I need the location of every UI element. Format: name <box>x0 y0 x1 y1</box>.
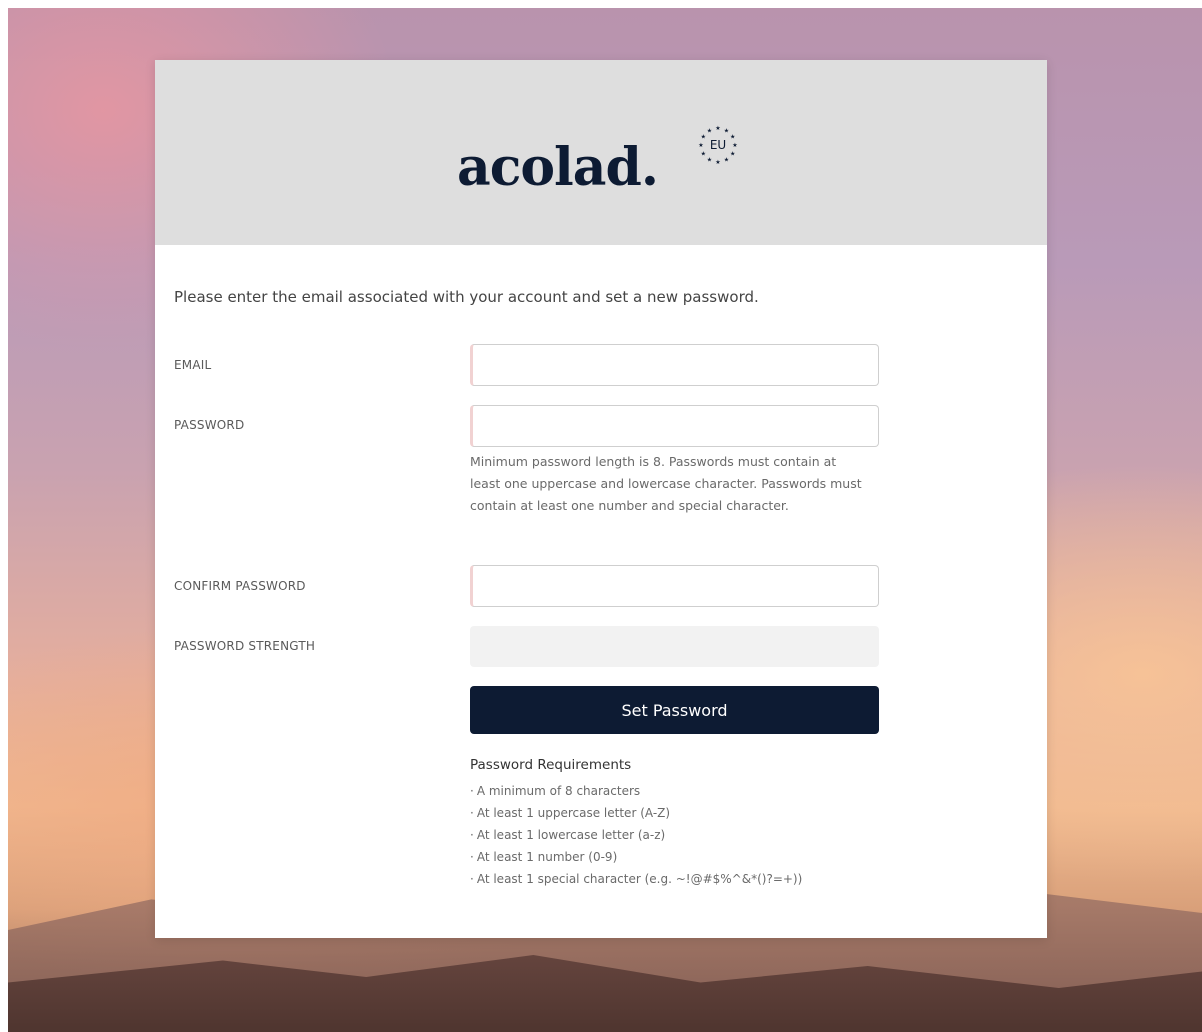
requirement-item: · At least 1 lowercase letter (a-z) <box>470 828 666 842</box>
form-intro-text: Please enter the email associated with y… <box>174 288 759 306</box>
svg-text:★: ★ <box>715 125 720 132</box>
eu-badge-label: EU <box>709 138 727 152</box>
password-strength-label: PASSWORD STRENGTH <box>174 639 316 653</box>
card-header: acolad. ★ ★ ★ ★ ★ ★ ★ ★ ★ ★ ★ ★ EU <box>155 60 1047 245</box>
password-hint: Minimum password length is 8. Passwords … <box>470 454 862 513</box>
requirement-item: · At least 1 number (0-9) <box>470 850 618 864</box>
set-password-button[interactable]: Set Password <box>470 686 879 734</box>
svg-text:★: ★ <box>724 157 729 164</box>
brand-logo: acolad. <box>457 137 659 198</box>
svg-text:★: ★ <box>715 159 720 166</box>
requirements-list: · A minimum of 8 characters · At least 1 u… <box>470 780 802 890</box>
eu-badge-icon: ★ ★ ★ ★ ★ ★ ★ ★ ★ ★ ★ ★ EU <box>693 122 743 172</box>
password-strength-meter <box>470 626 879 667</box>
svg-text:★: ★ <box>707 157 712 164</box>
password-label: PASSWORD <box>174 418 245 432</box>
svg-text:★: ★ <box>707 127 712 134</box>
confirm-password-label: CONFIRM PASSWORD <box>174 579 306 593</box>
requirement-item: · At least 1 special character (e.g. ~!@#… <box>470 872 803 886</box>
requirements-title: Password Requirements <box>470 757 632 773</box>
reset-password-card: acolad. ★ ★ ★ ★ ★ ★ ★ ★ ★ ★ ★ ★ EU Pleas… <box>155 60 1047 938</box>
email-label: EMAIL <box>174 358 212 372</box>
password-field[interactable] <box>470 405 879 447</box>
requirement-item: · A minimum of 8 characters <box>470 784 641 798</box>
svg-text:★: ★ <box>724 127 729 134</box>
confirm-password-field[interactable] <box>470 565 879 607</box>
email-field[interactable] <box>470 344 879 386</box>
requirement-item: · At least 1 uppercase letter (A-Z) <box>470 806 671 820</box>
